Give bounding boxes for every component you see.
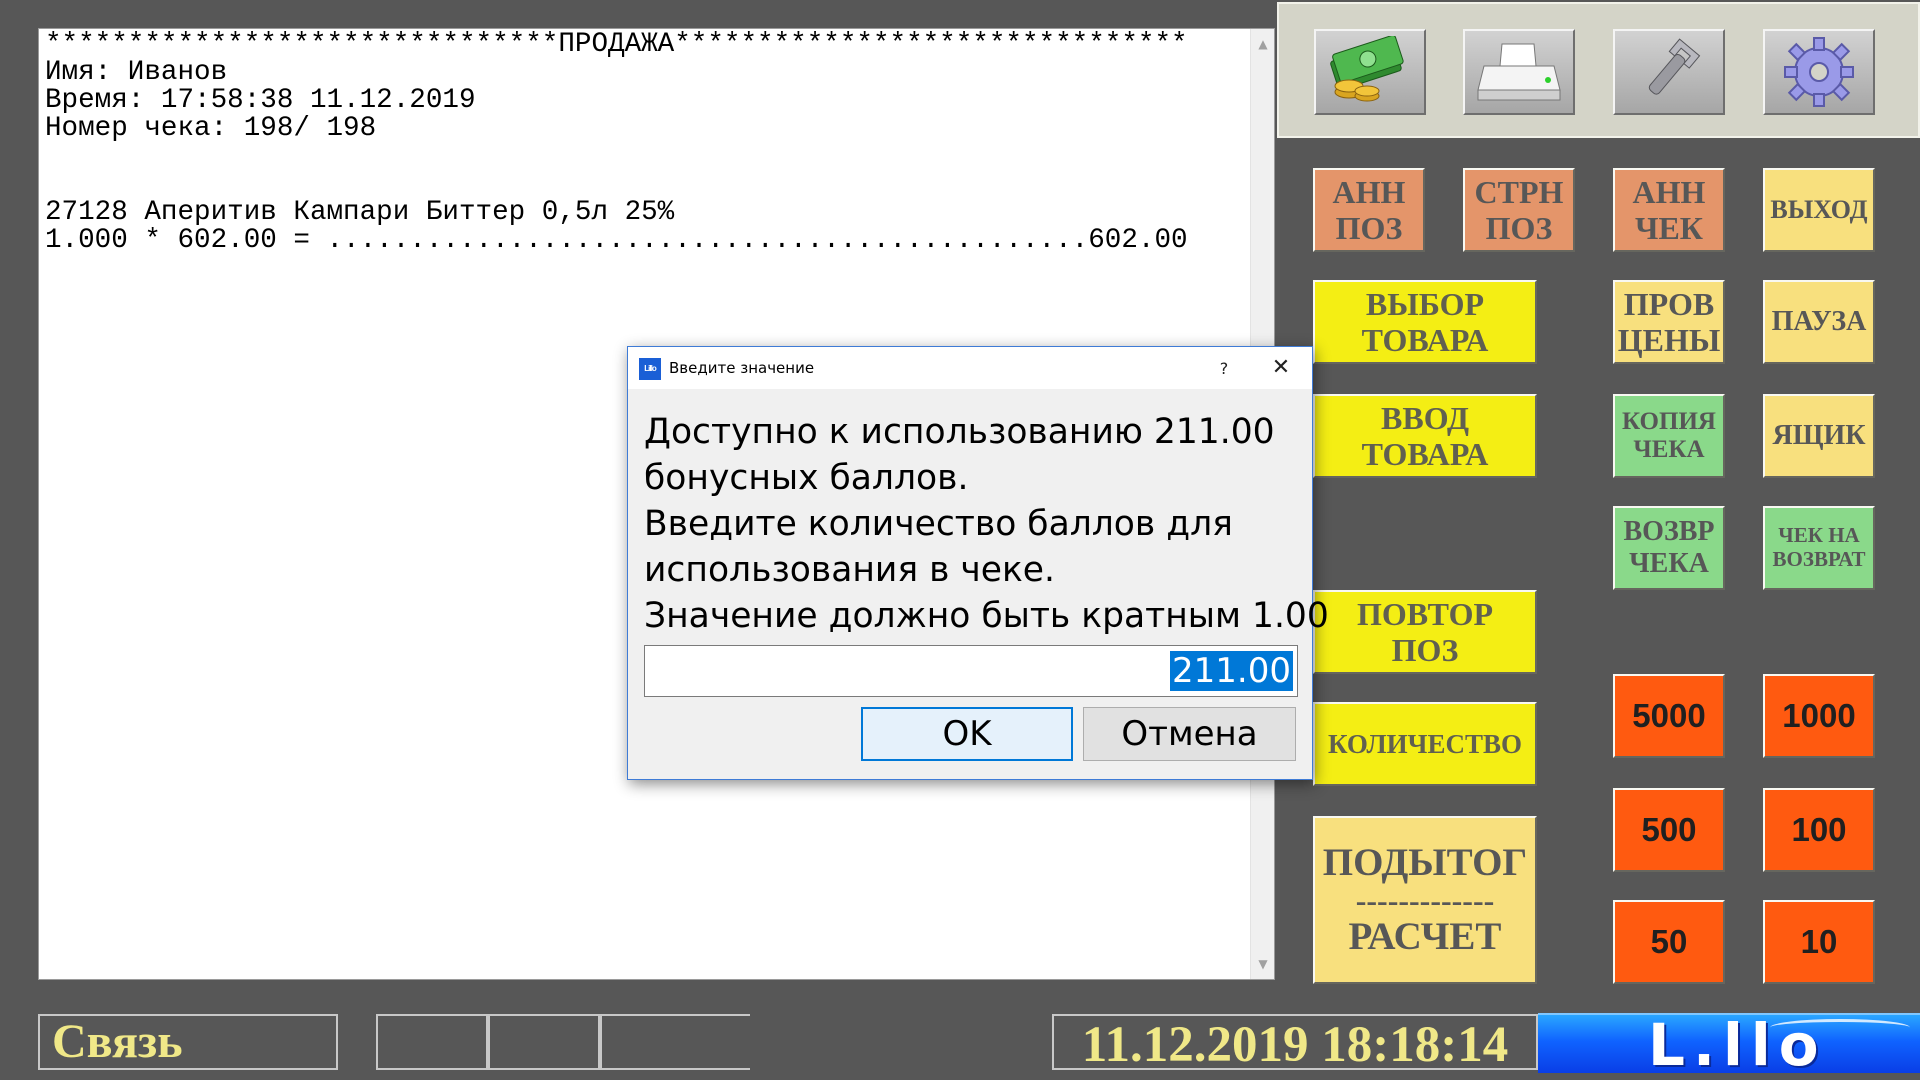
money-button[interactable]: [1314, 29, 1426, 115]
cancel-position-button[interactable]: АНН ПОЗ: [1313, 168, 1425, 252]
cancel-button[interactable]: Отмена: [1083, 707, 1296, 761]
exit-button[interactable]: ВЫХОД: [1763, 168, 1875, 252]
printer-icon: [1477, 43, 1561, 101]
drawer-button[interactable]: ЯЩИК: [1763, 394, 1875, 478]
dialog-title: Введите значение: [669, 359, 815, 377]
connection-status: Связь: [38, 1014, 338, 1070]
pause-button[interactable]: ПАУЗА: [1763, 280, 1875, 364]
repeat-position-button[interactable]: ПОВТОР ПОЗ: [1313, 590, 1537, 674]
return-receipt-button[interactable]: ЧЕК НА ВОЗВРАТ: [1763, 506, 1875, 590]
toolbar: [1277, 2, 1920, 138]
cash-5000-button[interactable]: 5000: [1613, 674, 1725, 758]
receipt-line: 1.000 * 602.00 = .......................…: [45, 225, 1188, 256]
logo-text: L.llo: [1648, 1011, 1827, 1079]
quantity-button[interactable]: КОЛИЧЕСТВО: [1313, 702, 1537, 786]
lillo-logo: L.llo: [1538, 1011, 1920, 1079]
select-product-button[interactable]: ВЫБОР ТОВАРА: [1313, 280, 1537, 364]
help-button[interactable]: ?: [1202, 353, 1246, 385]
enter-product-button[interactable]: ВВОД ТОВАРА: [1313, 394, 1537, 478]
check-copy-button[interactable]: КОПИЯ ЧЕКА: [1613, 394, 1725, 478]
money-icon: [1330, 36, 1404, 102]
wrench-icon: [1648, 38, 1701, 95]
status-cell: [488, 1014, 600, 1070]
message-line: Введите количество баллов для: [644, 504, 1233, 544]
subtotal-label: ПОДЫТОГ: [1322, 840, 1528, 884]
datetime-display: 11.12.2019 18:18:14: [1052, 1014, 1538, 1070]
service-button[interactable]: [1613, 29, 1725, 115]
cash-50-button[interactable]: 50: [1613, 900, 1725, 984]
print-button[interactable]: [1463, 29, 1575, 115]
payment-label: РАСЧЕТ: [1348, 915, 1502, 958]
input-selected-value: 211.00: [1170, 651, 1293, 691]
settings-button[interactable]: [1763, 29, 1875, 115]
receipt-line: Имя: Иванов: [45, 57, 228, 88]
app-icon: Lillo: [639, 358, 661, 380]
status-cell: [376, 1014, 488, 1070]
receipt-line: *******************************ПРОДАЖА**…: [45, 29, 1188, 60]
message-line: бонусных баллов.: [644, 458, 969, 498]
cash-100-button[interactable]: 100: [1763, 788, 1875, 872]
receipt-text: *******************************ПРОДАЖА**…: [45, 31, 1188, 255]
dialog-message: Доступно к использованию 211.00 бонусных…: [644, 409, 1329, 639]
subtotal-separator: -------------: [1355, 882, 1495, 918]
message-line: Значение должно быть кратным 1.00: [644, 596, 1329, 636]
cancel-line-button[interactable]: СТРН ПОЗ: [1463, 168, 1575, 252]
ok-button[interactable]: OK: [861, 707, 1073, 761]
close-icon[interactable]: ✕: [1256, 351, 1306, 385]
chevron-up-icon[interactable]: ▲: [1251, 33, 1275, 55]
message-line: использования в чеке.: [644, 550, 1056, 590]
cash-500-button[interactable]: 500: [1613, 788, 1725, 872]
chevron-down-icon[interactable]: ▼: [1251, 953, 1275, 975]
cancel-check-button[interactable]: АНН ЧЕК: [1613, 168, 1725, 252]
gear-icon: [1784, 37, 1854, 107]
receipt-line: 27128 Аперитив Кампари Биттер 0,5л 25%: [45, 197, 675, 228]
message-line: Доступно к использованию 211.00: [644, 412, 1275, 452]
status-cell: [600, 1014, 750, 1070]
dialog-titlebar[interactable]: Lillo Введите значение ? ✕: [628, 347, 1312, 389]
subtotal-payment-button[interactable]: ПОДЫТОГ ------------- РАСЧЕТ: [1313, 816, 1537, 984]
bonus-points-input[interactable]: 211.00: [644, 645, 1298, 697]
return-check-button[interactable]: ВОЗВР ЧЕКА: [1613, 506, 1725, 590]
receipt-line: Время: 17:58:38 11.12.2019: [45, 85, 476, 116]
cash-10-button[interactable]: 10: [1763, 900, 1875, 984]
check-price-button[interactable]: ПРОВ ЦЕНЫ: [1613, 280, 1725, 364]
receipt-line: Номер чека: 198/ 198: [45, 113, 377, 144]
cash-1000-button[interactable]: 1000: [1763, 674, 1875, 758]
bonus-points-dialog: Lillo Введите значение ? ✕ Доступно к ис…: [627, 346, 1329, 780]
